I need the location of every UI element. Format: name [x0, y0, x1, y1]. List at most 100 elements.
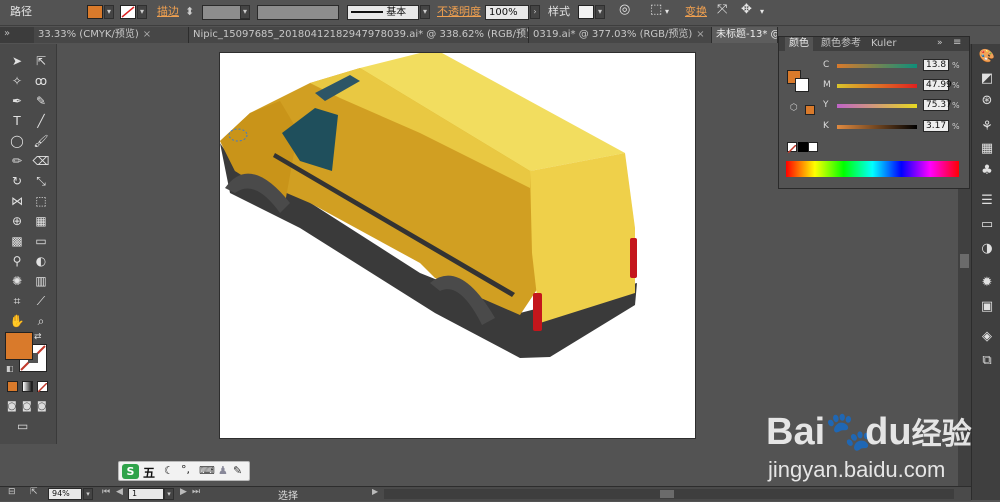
van-artwork[interactable]: [220, 53, 697, 440]
draw-behind-icon[interactable]: ◙: [22, 401, 34, 412]
value-k[interactable]: 3.17: [923, 120, 949, 132]
page-dropdown[interactable]: ▾: [164, 488, 174, 500]
brushes-icon[interactable]: ⚘: [978, 118, 996, 136]
kuler-icon[interactable]: ⊛: [978, 92, 996, 110]
pen-tool-icon[interactable]: ✒: [7, 92, 27, 110]
wrench-icon[interactable]: ✎: [233, 464, 242, 477]
current-stroke-swatch[interactable]: [795, 78, 809, 92]
swatches-icon[interactable]: ▦: [978, 140, 996, 158]
fill-swatch[interactable]: [87, 5, 103, 19]
white-swatch[interactable]: [808, 142, 818, 152]
slider-m[interactable]: [837, 84, 917, 88]
stroke-weight-dropdown[interactable]: ▾: [240, 5, 250, 19]
scroll-thumb[interactable]: [960, 254, 969, 268]
gradient-mode-icon[interactable]: [22, 381, 33, 392]
opacity-label[interactable]: 不透明度: [437, 5, 481, 19]
first-page-icon[interactable]: ⏮: [102, 487, 110, 497]
color-panel-icon[interactable]: 🎨: [978, 48, 996, 66]
gradient-tool-icon[interactable]: ▭: [31, 232, 51, 250]
zoom-dropdown[interactable]: ▾: [83, 488, 93, 500]
graphic-style-dropdown[interactable]: ▾: [595, 5, 605, 19]
ime-mode-label[interactable]: 五: [143, 464, 155, 481]
line-tool-icon[interactable]: ╱: [31, 112, 51, 130]
screen-mode-icon[interactable]: ▭: [17, 419, 37, 433]
value-c[interactable]: 13.8: [923, 59, 949, 71]
slider-k[interactable]: [837, 125, 917, 129]
tab-color[interactable]: 颜色: [785, 37, 813, 51]
mesh-tool-icon[interactable]: ▩: [7, 232, 27, 250]
punctuation-icon[interactable]: °,: [181, 463, 190, 476]
out-of-gamut-swatch[interactable]: [805, 105, 815, 115]
artboard[interactable]: [219, 52, 696, 439]
opacity-dropdown[interactable]: ›: [530, 5, 540, 19]
symbols-icon[interactable]: ♣: [978, 162, 996, 180]
transform-link[interactable]: 变换: [685, 5, 707, 19]
h-scroll-thumb[interactable]: [660, 490, 674, 498]
layers-icon[interactable]: ◈: [978, 328, 996, 346]
perspective-grid-tool-icon[interactable]: ▦: [31, 212, 51, 230]
align-icon[interactable]: ⬚: [650, 3, 662, 17]
stroke-label[interactable]: 描边: [157, 5, 179, 19]
scale-tool-icon[interactable]: ⤡: [31, 172, 51, 190]
stroke-swatch[interactable]: [120, 5, 136, 19]
paintbrush-tool-icon[interactable]: 🖌: [31, 132, 51, 150]
symbol-sprayer-tool-icon[interactable]: ✺: [7, 272, 27, 290]
target-icon[interactable]: ✥: [741, 3, 752, 17]
rotate-tool-icon[interactable]: ↻: [7, 172, 27, 190]
appearance-icon[interactable]: ✹: [978, 274, 996, 292]
selection-tool-icon[interactable]: ➤: [7, 52, 27, 70]
stroke-panel-icon[interactable]: ☰: [978, 192, 996, 210]
direct-selection-tool-icon[interactable]: ⇱: [31, 52, 51, 70]
status-menu-icon[interactable]: ▶: [372, 487, 378, 496]
fill-color-box[interactable]: [5, 332, 33, 360]
isolate-icon[interactable]: ⤧: [717, 3, 727, 17]
variable-width-profile[interactable]: [257, 5, 339, 20]
draw-inside-icon[interactable]: ◙: [37, 401, 49, 412]
align-dropdown-icon[interactable]: ▾: [665, 5, 669, 19]
black-swatch[interactable]: [798, 142, 808, 152]
gradient-panel-icon[interactable]: ▭: [978, 216, 996, 234]
blend-tool-icon[interactable]: ◐: [31, 252, 51, 270]
fill-dropdown[interactable]: ▾: [104, 5, 114, 19]
brush-dropdown[interactable]: ▾: [420, 5, 430, 19]
opacity-field[interactable]: 100%: [485, 5, 529, 20]
transparency-icon[interactable]: ◑: [978, 240, 996, 258]
free-transform-tool-icon[interactable]: ⬚: [31, 192, 51, 210]
column-graph-tool-icon[interactable]: ▥: [31, 272, 51, 290]
artboard-tool-icon[interactable]: ⌗: [7, 292, 27, 310]
next-page-icon[interactable]: ▶: [180, 487, 187, 497]
user-icon[interactable]: ♟: [218, 464, 228, 477]
graphic-style-swatch[interactable]: [578, 5, 594, 19]
tab-document-1[interactable]: 33.33% (CMYK/预览) ×: [34, 27, 189, 43]
horizontal-scrollbar[interactable]: [384, 489, 954, 499]
keyboard-icon[interactable]: ⌨: [199, 464, 215, 477]
pencil-tool-icon[interactable]: ✏: [7, 152, 27, 170]
stroke-dropdown[interactable]: ▾: [137, 5, 147, 19]
recolor-icon[interactable]: ◎: [619, 3, 630, 17]
swap-colors-icon[interactable]: ⇄: [34, 332, 48, 342]
slice-tool-icon[interactable]: ⟋: [31, 292, 51, 310]
color-spectrum[interactable]: [786, 161, 959, 177]
artboards-icon[interactable]: ⧉: [978, 352, 996, 370]
width-tool-icon[interactable]: ⋈: [7, 192, 27, 210]
zoom-tool-icon[interactable]: ⌕: [31, 312, 51, 330]
default-colors-icon[interactable]: ◧: [6, 364, 16, 374]
tab-document-4[interactable]: 未标题-13* @ 94% (CMYK/预览): [712, 27, 778, 43]
moon-icon[interactable]: ☾: [164, 464, 174, 477]
brush-definition[interactable]: 基本: [347, 5, 419, 20]
panel-menu-icon[interactable]: ≡: [953, 37, 961, 48]
shape-builder-tool-icon[interactable]: ⊕: [7, 212, 27, 230]
eraser-tool-icon[interactable]: ⌫: [31, 152, 51, 170]
prev-page-icon[interactable]: ◀: [116, 487, 123, 497]
magic-wand-tool-icon[interactable]: ✧: [7, 72, 27, 90]
type-tool-icon[interactable]: T: [7, 112, 27, 130]
none-mode-icon[interactable]: [37, 381, 48, 393]
export-icon[interactable]: ⇱: [30, 487, 38, 497]
slider-c[interactable]: [837, 64, 917, 68]
graphic-styles-icon[interactable]: ▣: [978, 298, 996, 316]
tab-document-3[interactable]: 0319.ai* @ 377.03% (RGB/预览) ×: [529, 27, 712, 43]
value-m[interactable]: 47.99: [923, 79, 952, 91]
close-icon[interactable]: ×: [143, 29, 151, 40]
ime-logo-icon[interactable]: S: [122, 464, 139, 479]
value-y[interactable]: 75.37: [923, 99, 952, 111]
